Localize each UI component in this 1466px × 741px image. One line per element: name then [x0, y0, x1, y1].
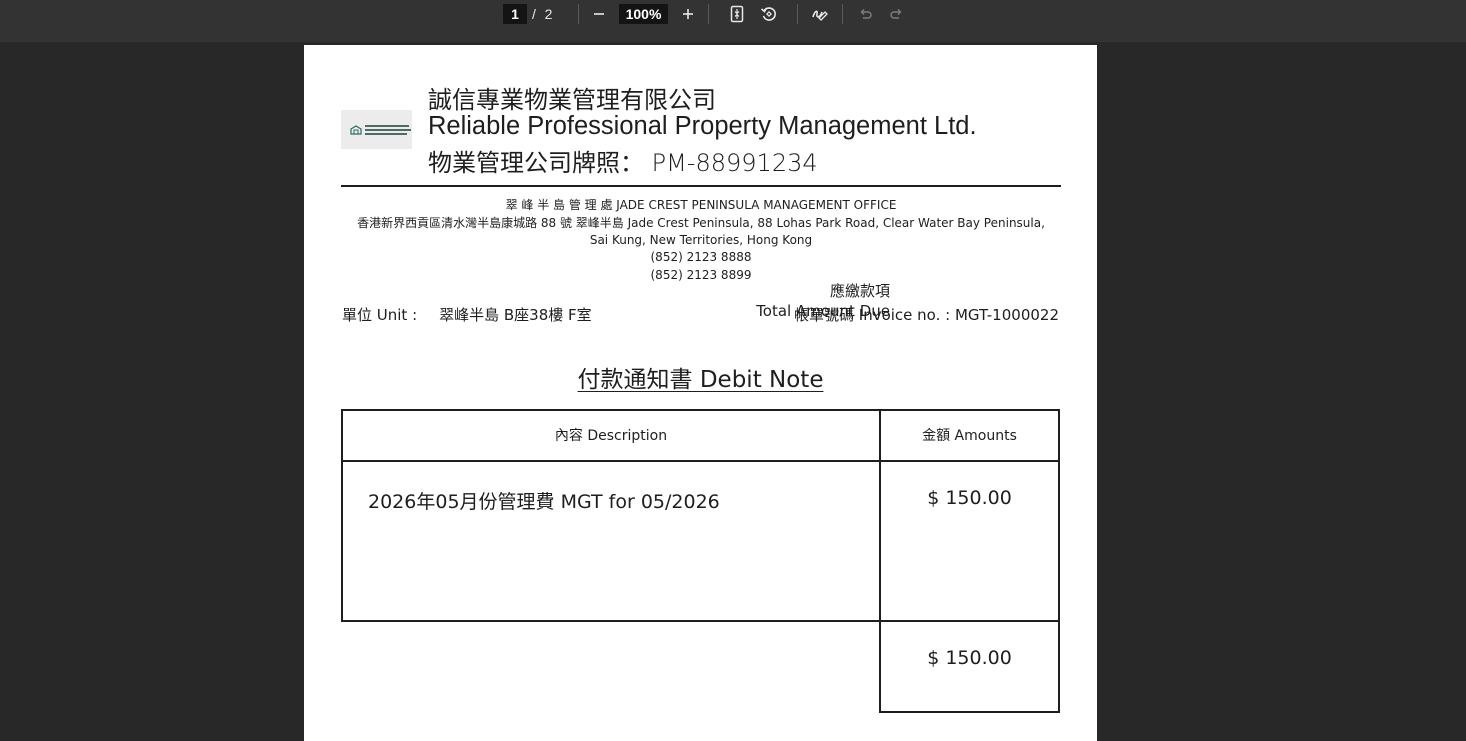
fax-number: (852) 2123 8899 [650, 268, 752, 282]
logo-wordmark [365, 124, 411, 135]
total-amount-cell: $ 150.00 [879, 620, 1060, 713]
table-header-description: 內容 Description [341, 409, 881, 462]
company-logo [341, 110, 412, 149]
toolbar-divider [708, 4, 709, 24]
unit-info: 單位 Unit : 翠峰半島 B座38樓 F室 [342, 304, 592, 325]
total-label: 應繳款項 Total Amount Due [756, 281, 890, 321]
company-name-chinese: 誠信專業物業管理有限公司 [428, 86, 716, 114]
header-amounts-label: 金額 Amounts [922, 428, 1017, 444]
redo-icon [890, 8, 902, 19]
pdf-toolbar: 1 / 2 100% [0, 0, 1466, 42]
zoom-out-icon [594, 13, 604, 15]
header-description-label: 內容 Description [554, 428, 668, 444]
fit-page-button[interactable] [727, 4, 747, 24]
total-amount: $ 150.00 [927, 647, 1012, 669]
table-row-description: 2026年05月份管理費 MGT for 05/2026 [341, 460, 881, 622]
undo-button[interactable] [856, 4, 874, 24]
unit-value: 翠峰半島 B座38樓 F室 [439, 306, 592, 324]
zoom-out-button[interactable] [590, 4, 608, 24]
header-divider [341, 185, 1061, 187]
fit-page-icon [730, 5, 744, 23]
total-label-english: Total Amount Due [756, 302, 890, 320]
building-logo-icon [350, 124, 362, 135]
redo-button[interactable] [888, 4, 906, 24]
total-label-chinese: 應繳款項 [829, 282, 890, 300]
pdf-page: 誠信專業物業管理有限公司 Reliable Professional Prope… [304, 45, 1097, 741]
draw-icon [812, 10, 828, 21]
line-item-description: 2026年05月份管理費 MGT for 05/2026 [368, 491, 720, 513]
charges-table: 內容 Description 金額 Amounts 2026年05月份管理費 M… [341, 409, 1060, 713]
zoom-in-icon [683, 9, 693, 19]
phone-number: (852) 2123 8888 [650, 250, 752, 264]
line-item-amount: $ 150.00 [927, 487, 1012, 509]
table-row-amount: $ 150.00 [879, 460, 1060, 622]
table-header-amounts: 金額 Amounts [879, 409, 1060, 462]
toolbar-divider [578, 4, 579, 24]
license-number: 物業管理公司牌照： PM-88991234 [428, 149, 818, 177]
document-title-text: 付款通知書 Debit Note [577, 367, 824, 393]
draw-button[interactable] [809, 4, 831, 24]
zoom-in-button[interactable] [679, 4, 697, 24]
page-total: 2 [544, 6, 553, 22]
management-office: 翠 峰 半 島 管 理 處 JADE CREST PENINSULA MANAG… [505, 198, 897, 212]
toolbar-divider [797, 4, 798, 24]
rotate-button[interactable] [758, 4, 780, 24]
unit-label: 單位 Unit : [342, 306, 418, 324]
page-number-input[interactable]: 1 [503, 4, 527, 24]
address-line-2: Sai Kung, New Territories, Hong Kong [589, 233, 813, 247]
document-title: 付款通知書 Debit Note [304, 360, 1097, 394]
zoom-level-input[interactable]: 100% [619, 4, 668, 24]
address-line-1: 香港新界西貢區清水灣半島康城路 88 號 翠峰半島 Jade Crest Pen… [357, 216, 1045, 230]
rotate-icon [760, 7, 776, 21]
toolbar-divider [842, 4, 843, 24]
page-separator: / [532, 6, 536, 22]
company-name-english: Reliable Professional Property Managemen… [428, 112, 977, 140]
undo-icon [860, 8, 872, 19]
